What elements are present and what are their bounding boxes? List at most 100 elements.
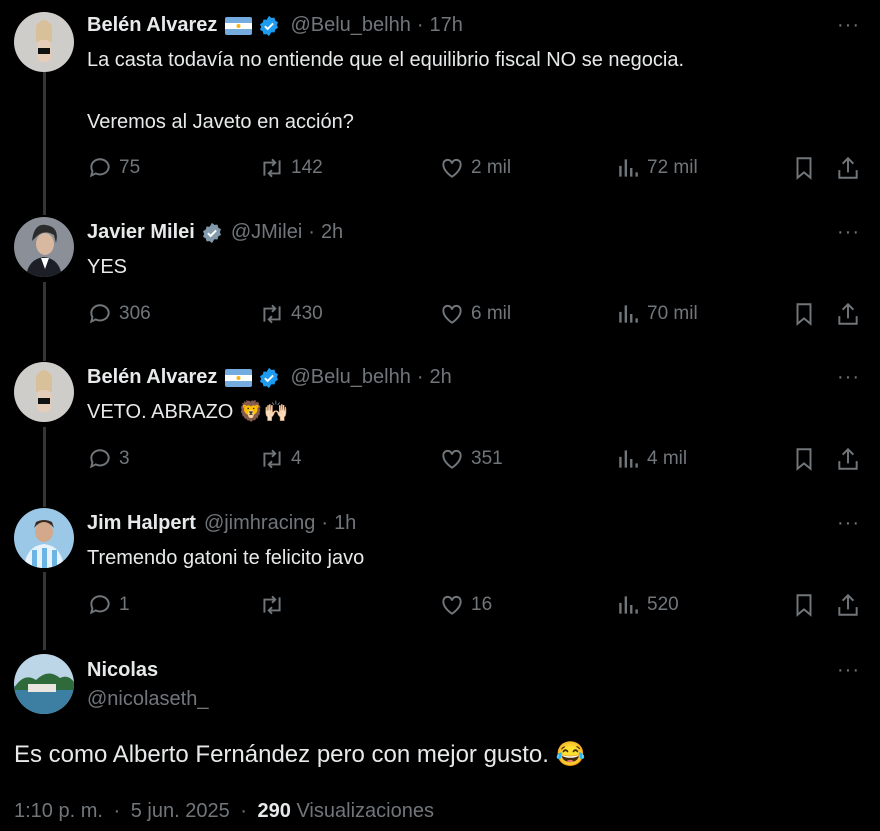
timestamp[interactable]: 2h (321, 221, 343, 244)
verified-icon (202, 222, 221, 243)
more-icon[interactable]: ··· (837, 512, 860, 535)
like-count: 16 (471, 594, 493, 615)
reply-icon (89, 158, 110, 178)
separator: · (321, 512, 329, 534)
bookmark-button[interactable] (791, 301, 823, 327)
avatar[interactable] (14, 217, 74, 277)
views-button[interactable]: 4 mil (615, 446, 687, 472)
author-name[interactable]: Belén Alvarez (87, 366, 217, 389)
action-bar: 1 16 520 (87, 592, 867, 622)
avatar[interactable] (14, 362, 74, 422)
retweet-button[interactable]: 142 (259, 155, 323, 181)
like-button[interactable]: 2 mil (439, 155, 511, 181)
more-icon[interactable]: ··· (837, 366, 860, 389)
more-icon[interactable]: ··· (837, 221, 860, 244)
retweet-count: 4 (291, 448, 302, 469)
retweet-count: 142 (291, 157, 323, 178)
author-name[interactable]: Nicolas (87, 659, 158, 682)
retweet-button[interactable] (259, 592, 291, 618)
timestamp[interactable]: 2h (430, 366, 452, 389)
reply-icon (89, 304, 110, 324)
share-button[interactable] (835, 301, 867, 327)
bookmark-button[interactable] (791, 592, 823, 618)
share-button[interactable] (835, 446, 867, 472)
timestamp[interactable]: 1h (334, 512, 356, 535)
post-time[interactable]: 1:10 p. m. (14, 800, 103, 822)
reply-button[interactable]: 3 (87, 446, 130, 472)
author-handle[interactable]: @jimhracing (204, 512, 315, 535)
bookmark-button[interactable] (791, 155, 823, 181)
thread-line (43, 572, 46, 650)
thread-line (43, 282, 46, 361)
thread-line (43, 427, 46, 507)
bookmark-icon (796, 157, 812, 180)
action-bar: 306 430 6 mil 70 mil (87, 301, 867, 331)
author-handle[interactable]: @Belu_belhh (290, 14, 410, 37)
author-handle[interactable]: @Belu_belhh (290, 366, 410, 389)
retweet-button[interactable]: 430 (259, 301, 323, 327)
like-count: 351 (471, 448, 503, 469)
retweet-count: 430 (291, 303, 323, 324)
bookmark-icon (796, 594, 812, 617)
reply-icon (89, 449, 110, 469)
avatar[interactable] (14, 12, 74, 72)
like-count: 2 mil (471, 157, 512, 178)
like-icon (442, 449, 462, 469)
like-button[interactable]: 16 (439, 592, 492, 618)
author-handle[interactable]: @JMilei (231, 221, 302, 244)
reply-icon (89, 595, 110, 615)
retweet-button[interactable]: 4 (259, 446, 302, 472)
reply-button[interactable]: 75 (87, 155, 140, 181)
reply-count: 306 (119, 303, 151, 324)
reply-button[interactable]: 306 (87, 301, 151, 327)
bookmark-icon (796, 303, 812, 326)
share-icon (838, 593, 858, 616)
view-count: 72 mil (647, 157, 698, 178)
more-icon[interactable]: ··· (837, 659, 860, 682)
views-icon (619, 450, 638, 468)
reply-button[interactable]: 1 (87, 592, 130, 618)
author-handle[interactable]: @nicolaseth_ (87, 688, 208, 711)
bookmark-icon (796, 448, 812, 471)
author-name[interactable]: Jim Halpert (87, 512, 196, 535)
avatar[interactable] (14, 654, 74, 714)
retweet-icon (263, 158, 281, 178)
share-button[interactable] (835, 155, 867, 181)
tweet-text: YES (87, 256, 128, 278)
separator: · (416, 366, 424, 388)
separator: · (240, 800, 247, 822)
reply-count: 3 (119, 448, 130, 469)
views-button[interactable]: 70 mil (615, 301, 698, 327)
view-count: 520 (647, 594, 679, 615)
thread-line (43, 72, 46, 215)
views-button[interactable]: 520 (615, 592, 679, 618)
timestamp[interactable]: 17h (430, 14, 463, 37)
post-date[interactable]: 5 jun. 2025 (131, 800, 230, 822)
author-name[interactable]: Javier Milei (87, 221, 195, 244)
retweet-icon (263, 304, 281, 324)
views-label: Visualizaciones (296, 800, 434, 822)
views-icon (619, 596, 638, 614)
verified-icon (260, 15, 279, 36)
avatar[interactable] (14, 508, 74, 568)
separator: · (416, 14, 424, 36)
views-icon (619, 159, 638, 177)
views-button[interactable]: 72 mil (615, 155, 698, 181)
like-icon (442, 595, 462, 615)
share-icon (838, 302, 858, 325)
bookmark-button[interactable] (791, 446, 823, 472)
reply-count: 75 (119, 157, 141, 178)
author-name[interactable]: Belén Alvarez (87, 14, 217, 37)
like-icon (442, 158, 462, 178)
more-icon[interactable]: ··· (837, 14, 860, 37)
view-count: 290 (257, 800, 291, 822)
share-button[interactable] (835, 592, 867, 618)
like-button[interactable]: 6 mil (439, 301, 511, 327)
like-button[interactable]: 351 (439, 446, 503, 472)
tweet-text: Tremendo gatoni te felicito javo (87, 547, 365, 569)
view-count: 70 mil (647, 303, 698, 324)
retweet-icon (263, 595, 281, 615)
separator: · (113, 800, 121, 822)
like-icon (442, 304, 462, 324)
argentina-flag-icon (225, 16, 253, 35)
